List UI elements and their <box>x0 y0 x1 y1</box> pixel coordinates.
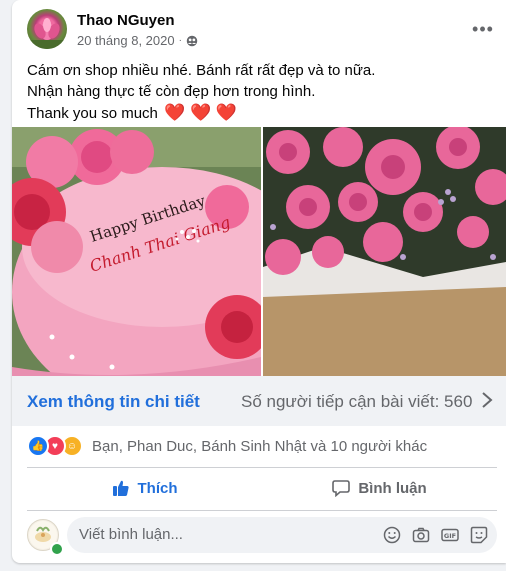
post-meta: 20 tháng 8, 2020 · <box>77 33 198 48</box>
thumbs-up-icon <box>112 480 129 496</box>
hearts-emoji: ❤️ ❤️ ❤️ <box>164 103 238 122</box>
author-avatar[interactable] <box>27 9 67 49</box>
lotus-avatar-image <box>27 18 67 49</box>
more-options-button[interactable]: ••• <box>469 15 497 43</box>
reaction-icons: 👍 ♥ ☺ <box>27 435 83 457</box>
camera-icon[interactable] <box>411 525 431 545</box>
post-card: Thao NGuyen 20 tháng 8, 2020 · ••• Cám ơ… <box>12 0 506 563</box>
post-text: Cám ơn shop nhiều nhé. Bánh rất rất đẹp … <box>27 60 497 124</box>
post-line-2: Nhận hàng thực tế còn đẹp hơn trong hình… <box>27 83 316 100</box>
post-reach-text[interactable]: Số người tiếp cận bài viết: 560 <box>241 392 472 412</box>
author-name[interactable]: Thao NGuyen <box>77 12 175 29</box>
comment-composer: Viết bình luận... GIF <box>27 517 497 556</box>
roses-photo[interactable] <box>263 127 506 376</box>
like-label: Thích <box>137 479 178 497</box>
gif-icon[interactable]: GIF <box>440 525 460 545</box>
like-reaction-icon: 👍 <box>27 435 49 457</box>
comment-label: Bình luận <box>358 479 427 497</box>
sticker-icon[interactable] <box>469 525 489 545</box>
cake-photo-image: Happy Birthday Chanh Thai Giang <box>12 127 261 376</box>
view-details-link[interactable]: Xem thông tin chi tiết <box>27 392 200 412</box>
composer-tools: GIF <box>382 525 489 545</box>
comment-icon <box>332 480 351 497</box>
post-line-3: Thank you so much <box>27 105 158 122</box>
divider <box>27 510 497 511</box>
post-line-1: Cám ơn shop nhiều nhé. Bánh rất rất đẹp … <box>27 62 376 79</box>
insights-bar: Xem thông tin chi tiết Số người tiếp cận… <box>12 376 506 426</box>
post-line-3-row: Thank you so much ❤️ ❤️ ❤️ <box>27 102 497 124</box>
photo-grid: Happy Birthday Chanh Thai Giang <box>12 127 506 376</box>
svg-text:GIF: GIF <box>444 532 456 540</box>
comment-placeholder: Viết bình luận... <box>79 526 183 543</box>
emoji-icon[interactable] <box>382 525 402 545</box>
cake-photo[interactable]: Happy Birthday Chanh Thai Giang <box>12 127 261 376</box>
online-status-dot <box>50 542 64 556</box>
comment-button[interactable]: Bình luận <box>262 470 497 506</box>
reactions-bar[interactable]: 👍 ♥ ☺ Bạn, Phan Duc, Bánh Sinh Nhật và 1… <box>27 434 497 458</box>
like-button[interactable]: Thích <box>27 470 262 506</box>
post-actions: Thích Bình luận <box>27 470 497 506</box>
meta-separator: · <box>178 35 182 46</box>
post-header: Thao NGuyen 20 tháng 8, 2020 · ••• <box>27 9 497 51</box>
more-horizontal-icon: ••• <box>472 18 494 39</box>
roses-photo-image <box>263 127 506 376</box>
chevron-right-icon[interactable] <box>480 390 494 410</box>
post-date[interactable]: 20 tháng 8, 2020 <box>77 33 175 48</box>
divider <box>27 467 497 468</box>
comment-input[interactable]: Viết bình luận... GIF <box>67 517 497 553</box>
audience-friends-icon[interactable] <box>186 35 198 47</box>
reactions-summary[interactable]: Bạn, Phan Duc, Bánh Sinh Nhật và 10 ngườ… <box>92 438 427 455</box>
